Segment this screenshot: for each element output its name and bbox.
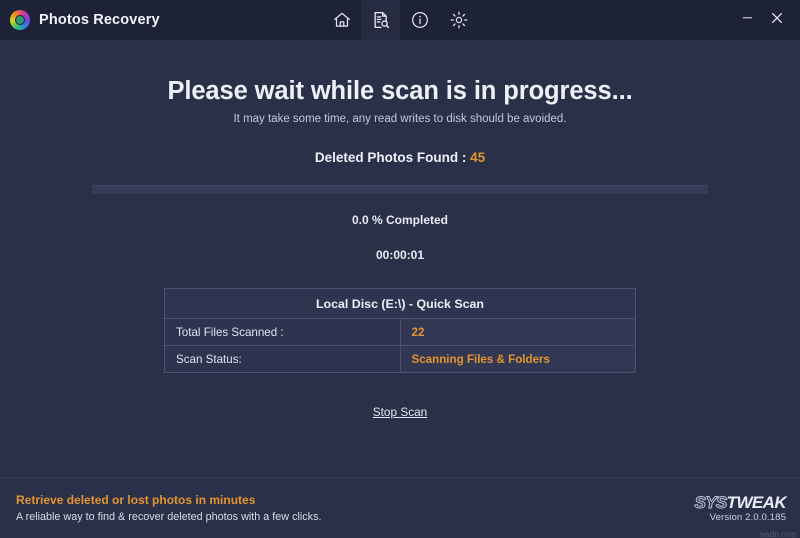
minimize-icon bbox=[741, 11, 754, 29]
deleted-photos-found-count: 45 bbox=[470, 150, 486, 165]
minimize-button[interactable] bbox=[732, 0, 762, 40]
deleted-photos-found-label: Deleted Photos Found : bbox=[314, 150, 467, 165]
footer-subtagline: A reliable way to find & recover deleted… bbox=[16, 511, 322, 523]
photos-recovery-logo-icon bbox=[10, 10, 30, 30]
window-controls bbox=[732, 0, 800, 40]
elapsed-time-label: 00:00:01 bbox=[375, 248, 425, 262]
progress-percent-label: 0.0 % Completed bbox=[351, 213, 449, 227]
footer-tagline: Retrieve deleted or lost photos in minut… bbox=[16, 493, 256, 507]
footer: Retrieve deleted or lost photos in minut… bbox=[0, 477, 800, 538]
systweak-logo-suffix: TWEAK bbox=[726, 492, 787, 512]
nav-button-info[interactable] bbox=[400, 0, 439, 40]
scan-status-label: Scan Status: bbox=[164, 345, 401, 373]
scan-details-table: Local Disc (E:\) - Quick Scan Total File… bbox=[164, 288, 636, 373]
footer-brand-group: SYSTWEAK Version 2.0.0.185 bbox=[694, 492, 787, 523]
main-content: Please wait while scan is in progress...… bbox=[0, 40, 800, 477]
close-icon bbox=[770, 11, 784, 30]
nav-button-scan[interactable] bbox=[361, 0, 400, 40]
home-icon bbox=[332, 10, 352, 30]
document-search-icon bbox=[371, 10, 391, 30]
nav-button-settings[interactable] bbox=[439, 0, 478, 40]
app-title: Photos Recovery bbox=[39, 12, 160, 28]
systweak-logo-prefix: SYS bbox=[694, 492, 728, 512]
stop-scan-link[interactable]: Stop Scan bbox=[373, 405, 427, 419]
scan-target-header: Local Disc (E:\) - Quick Scan bbox=[164, 288, 636, 319]
page-title: Please wait while scan is in progress... bbox=[167, 77, 633, 105]
table-header-row: Local Disc (E:\) - Quick Scan bbox=[164, 288, 636, 319]
title-bar: Photos Recovery bbox=[0, 0, 800, 40]
close-button[interactable] bbox=[762, 0, 792, 40]
app-version: Version 2.0.0.185 bbox=[709, 511, 786, 523]
app-window: Photos Recovery Please wait while scan i… bbox=[0, 0, 800, 538]
table-row: Total Files Scanned : 22 bbox=[164, 318, 636, 346]
page-subtitle: It may take some time, any read writes t… bbox=[233, 113, 567, 125]
footer-tagline-group: Retrieve deleted or lost photos in minut… bbox=[16, 493, 321, 523]
scan-status-value: Scanning Files & Folders bbox=[399, 345, 636, 373]
nav-button-home[interactable] bbox=[322, 0, 361, 40]
table-row: Scan Status: Scanning Files & Folders bbox=[164, 345, 636, 373]
total-files-scanned-label: Total Files Scanned : bbox=[164, 318, 401, 346]
deleted-photos-found: Deleted Photos Found : 45 bbox=[315, 150, 485, 165]
total-files-scanned-value: 22 bbox=[399, 318, 636, 346]
watermark-text: wsdn.com bbox=[759, 530, 796, 538]
gear-icon bbox=[449, 10, 469, 30]
systweak-logo: SYSTWEAK bbox=[694, 492, 787, 512]
scan-progress-bar bbox=[92, 185, 708, 194]
info-circle-icon bbox=[410, 10, 430, 30]
